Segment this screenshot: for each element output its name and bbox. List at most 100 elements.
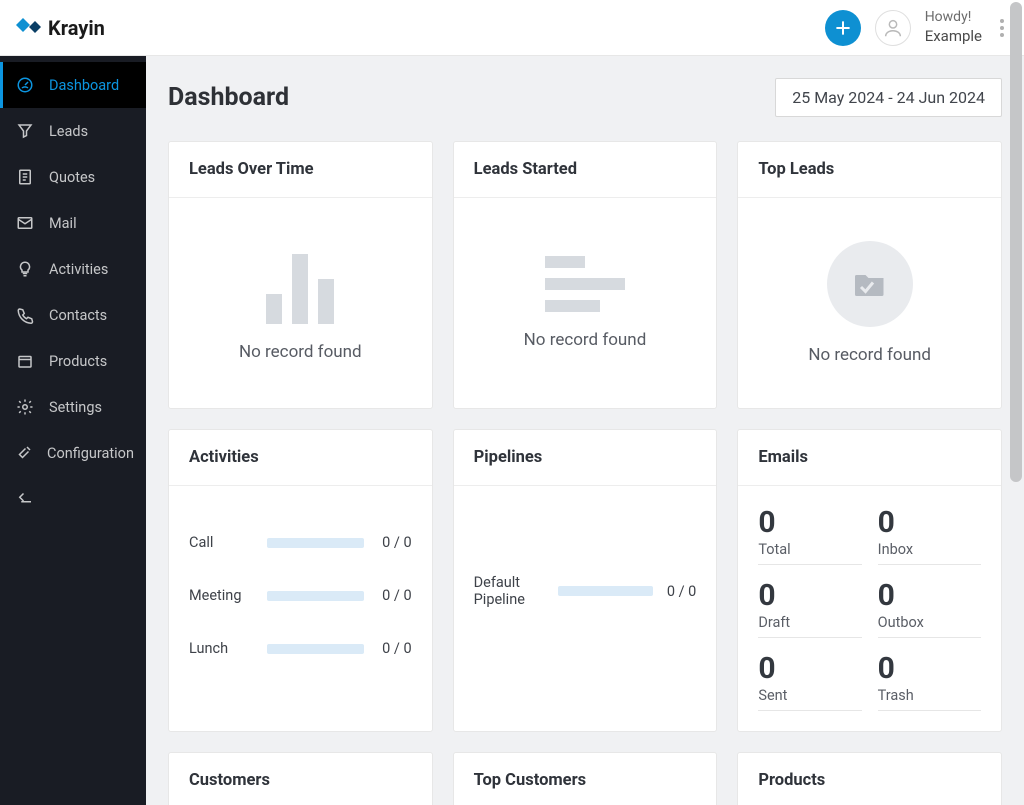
page-title: Dashboard bbox=[168, 83, 289, 112]
card-title: Customers bbox=[169, 753, 432, 805]
email-value: 0 bbox=[878, 506, 981, 539]
no-record-text: No record found bbox=[808, 345, 931, 365]
main-content: Dashboard 25 May 2024 - 24 Jun 2024 Lead… bbox=[146, 56, 1024, 805]
card-leads-over-time: Leads Over Time No record found bbox=[168, 141, 433, 409]
card-pipelines: Pipelines Default Pipeline 0 / 0 bbox=[453, 429, 718, 732]
email-value: 0 bbox=[758, 652, 861, 685]
funnel-icon bbox=[15, 122, 35, 140]
email-stat-sent: 0 Sent bbox=[758, 652, 861, 711]
card-customers: Customers bbox=[168, 752, 433, 805]
dashboard-icon bbox=[15, 76, 35, 94]
email-stat-total: 0 Total bbox=[758, 506, 861, 565]
email-label: Outbox bbox=[878, 614, 981, 631]
date-range-picker[interactable]: 25 May 2024 - 24 Jun 2024 bbox=[775, 78, 1002, 117]
vertical-scrollbar[interactable] bbox=[1010, 2, 1022, 482]
activity-count: 0 / 0 bbox=[382, 534, 411, 551]
sidebar-item-label: Settings bbox=[49, 399, 102, 416]
sidebar-item-label: Products bbox=[49, 353, 107, 370]
kebab-menu-icon[interactable] bbox=[996, 15, 1008, 41]
page-header: Dashboard 25 May 2024 - 24 Jun 2024 bbox=[168, 78, 1002, 117]
sidebar: Dashboard Leads Quotes bbox=[0, 56, 146, 805]
email-value: 0 bbox=[878, 579, 981, 612]
no-record-text: No record found bbox=[239, 342, 362, 362]
email-stat-trash: 0 Trash bbox=[878, 652, 981, 711]
document-icon bbox=[15, 168, 35, 186]
activity-row-lunch: Lunch 0 / 0 bbox=[189, 640, 412, 657]
card-title: Pipelines bbox=[454, 430, 717, 486]
sidebar-item-quotes[interactable]: Quotes bbox=[0, 154, 146, 200]
card-title: Top Customers bbox=[454, 753, 717, 805]
sidebar-item-settings[interactable]: Settings bbox=[0, 384, 146, 430]
no-record-text: No record found bbox=[524, 330, 647, 350]
activity-row-call: Call 0 / 0 bbox=[189, 534, 412, 551]
activity-count: 0 / 0 bbox=[382, 587, 411, 604]
empty-bar-chart-icon bbox=[266, 244, 334, 324]
card-title: Leads Over Time bbox=[169, 142, 432, 198]
progress-bar bbox=[267, 644, 364, 654]
sidebar-item-contacts[interactable]: Contacts bbox=[0, 292, 146, 338]
email-label: Draft bbox=[758, 614, 861, 631]
progress-bar bbox=[267, 538, 364, 548]
sidebar-item-mail[interactable]: Mail bbox=[0, 200, 146, 246]
card-activities: Activities Call 0 / 0 Meeting 0 / 0 bbox=[168, 429, 433, 732]
card-emails: Emails 0 Total 0 Inbox 0 Draft bbox=[737, 429, 1002, 732]
empty-list-icon bbox=[545, 256, 625, 312]
card-products: Products bbox=[737, 752, 1002, 805]
email-stat-inbox: 0 Inbox bbox=[878, 506, 981, 565]
card-title: Activities bbox=[169, 430, 432, 486]
progress-bar bbox=[558, 586, 653, 596]
mail-icon bbox=[15, 214, 35, 232]
card-title: Emails bbox=[738, 430, 1001, 486]
sidebar-item-label: Leads bbox=[49, 123, 88, 140]
sidebar-item-label: Dashboard bbox=[49, 77, 119, 94]
sidebar-item-leads[interactable]: Leads bbox=[0, 108, 146, 154]
header-right: Howdy! Example bbox=[825, 9, 1008, 45]
app-header: Krayin Howdy! Example bbox=[0, 0, 1024, 56]
progress-bar bbox=[267, 591, 364, 601]
pipeline-label: Default Pipeline bbox=[474, 574, 544, 608]
card-top-customers: Top Customers bbox=[453, 752, 718, 805]
user-avatar[interactable] bbox=[875, 10, 911, 46]
sidebar-item-label: Contacts bbox=[49, 307, 107, 324]
gear-icon bbox=[15, 398, 35, 416]
email-label: Inbox bbox=[878, 541, 981, 558]
email-label: Sent bbox=[758, 687, 861, 704]
activity-label: Lunch bbox=[189, 640, 249, 657]
activity-label: Meeting bbox=[189, 587, 249, 604]
add-button[interactable] bbox=[825, 10, 861, 46]
sidebar-collapse-toggle[interactable] bbox=[0, 476, 146, 523]
app-logo-text: Krayin bbox=[48, 16, 105, 40]
user-name: Example bbox=[925, 27, 982, 46]
phone-icon bbox=[15, 306, 35, 324]
activity-label: Call bbox=[189, 534, 249, 551]
card-title: Top Leads bbox=[738, 142, 1001, 198]
card-leads-started: Leads Started No record found bbox=[453, 141, 718, 409]
app-logo[interactable]: Krayin bbox=[16, 16, 105, 40]
card-title: Leads Started bbox=[454, 142, 717, 198]
email-label: Total bbox=[758, 541, 861, 558]
sidebar-item-configuration[interactable]: Configuration bbox=[0, 430, 146, 476]
sidebar-item-label: Mail bbox=[49, 215, 77, 232]
sidebar-item-label: Activities bbox=[49, 261, 108, 278]
sidebar-item-dashboard[interactable]: Dashboard bbox=[0, 62, 146, 108]
activity-count: 0 / 0 bbox=[382, 640, 411, 657]
user-greeting: Howdy! Example bbox=[925, 9, 982, 45]
email-value: 0 bbox=[758, 579, 861, 612]
sidebar-item-activities[interactable]: Activities bbox=[0, 246, 146, 292]
wrench-icon bbox=[15, 444, 33, 462]
greeting-text: Howdy! bbox=[925, 9, 982, 27]
pipeline-count: 0 / 0 bbox=[667, 583, 696, 600]
email-value: 0 bbox=[878, 652, 981, 685]
sidebar-item-label: Quotes bbox=[49, 169, 95, 186]
email-value: 0 bbox=[758, 506, 861, 539]
email-stat-draft: 0 Draft bbox=[758, 579, 861, 638]
card-top-leads: Top Leads No record found bbox=[737, 141, 1002, 409]
email-stat-outbox: 0 Outbox bbox=[878, 579, 981, 638]
krayin-logo-icon bbox=[16, 18, 42, 38]
activity-row-meeting: Meeting 0 / 0 bbox=[189, 587, 412, 604]
email-label: Trash bbox=[878, 687, 981, 704]
lightbulb-icon bbox=[15, 260, 35, 278]
empty-folder-icon bbox=[827, 241, 913, 327]
sidebar-item-products[interactable]: Products bbox=[0, 338, 146, 384]
box-icon bbox=[15, 352, 35, 370]
